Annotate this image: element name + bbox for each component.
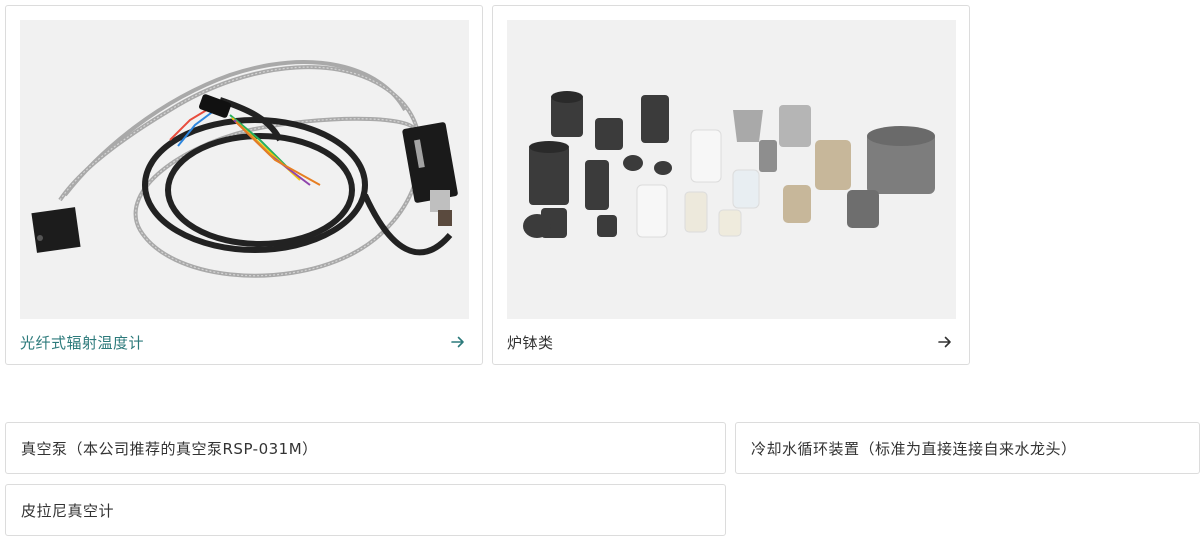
product-card-title[interactable]: 炉钵类 [507,332,554,353]
product-card-title[interactable]: 光纤式辐射温度计 [20,332,144,353]
product-image-fiber-thermometer [20,20,469,319]
link-label: 冷却水循环装置（标准为直接连接自来水龙头） [751,439,1077,458]
link-cooling-water-unit[interactable]: 冷却水循环装置（标准为直接连接自来水龙头） [735,422,1200,474]
arrow-right-icon[interactable] [937,334,953,350]
link-pirani-gauge[interactable]: 皮拉尼真空计 [5,484,726,536]
link-label: 皮拉尼真空计 [21,501,115,520]
product-card-crucibles[interactable]: 炉钵类 [492,5,970,365]
arrow-right-icon[interactable] [450,334,466,350]
link-label: 真空泵（本公司推荐的真空泵RSP-031M） [21,439,318,458]
product-card-fiber-thermometer[interactable]: 光纤式辐射温度计 [5,5,483,365]
product-image-crucibles [507,20,956,319]
link-vacuum-pump[interactable]: 真空泵（本公司推荐的真空泵RSP-031M） [5,422,726,474]
